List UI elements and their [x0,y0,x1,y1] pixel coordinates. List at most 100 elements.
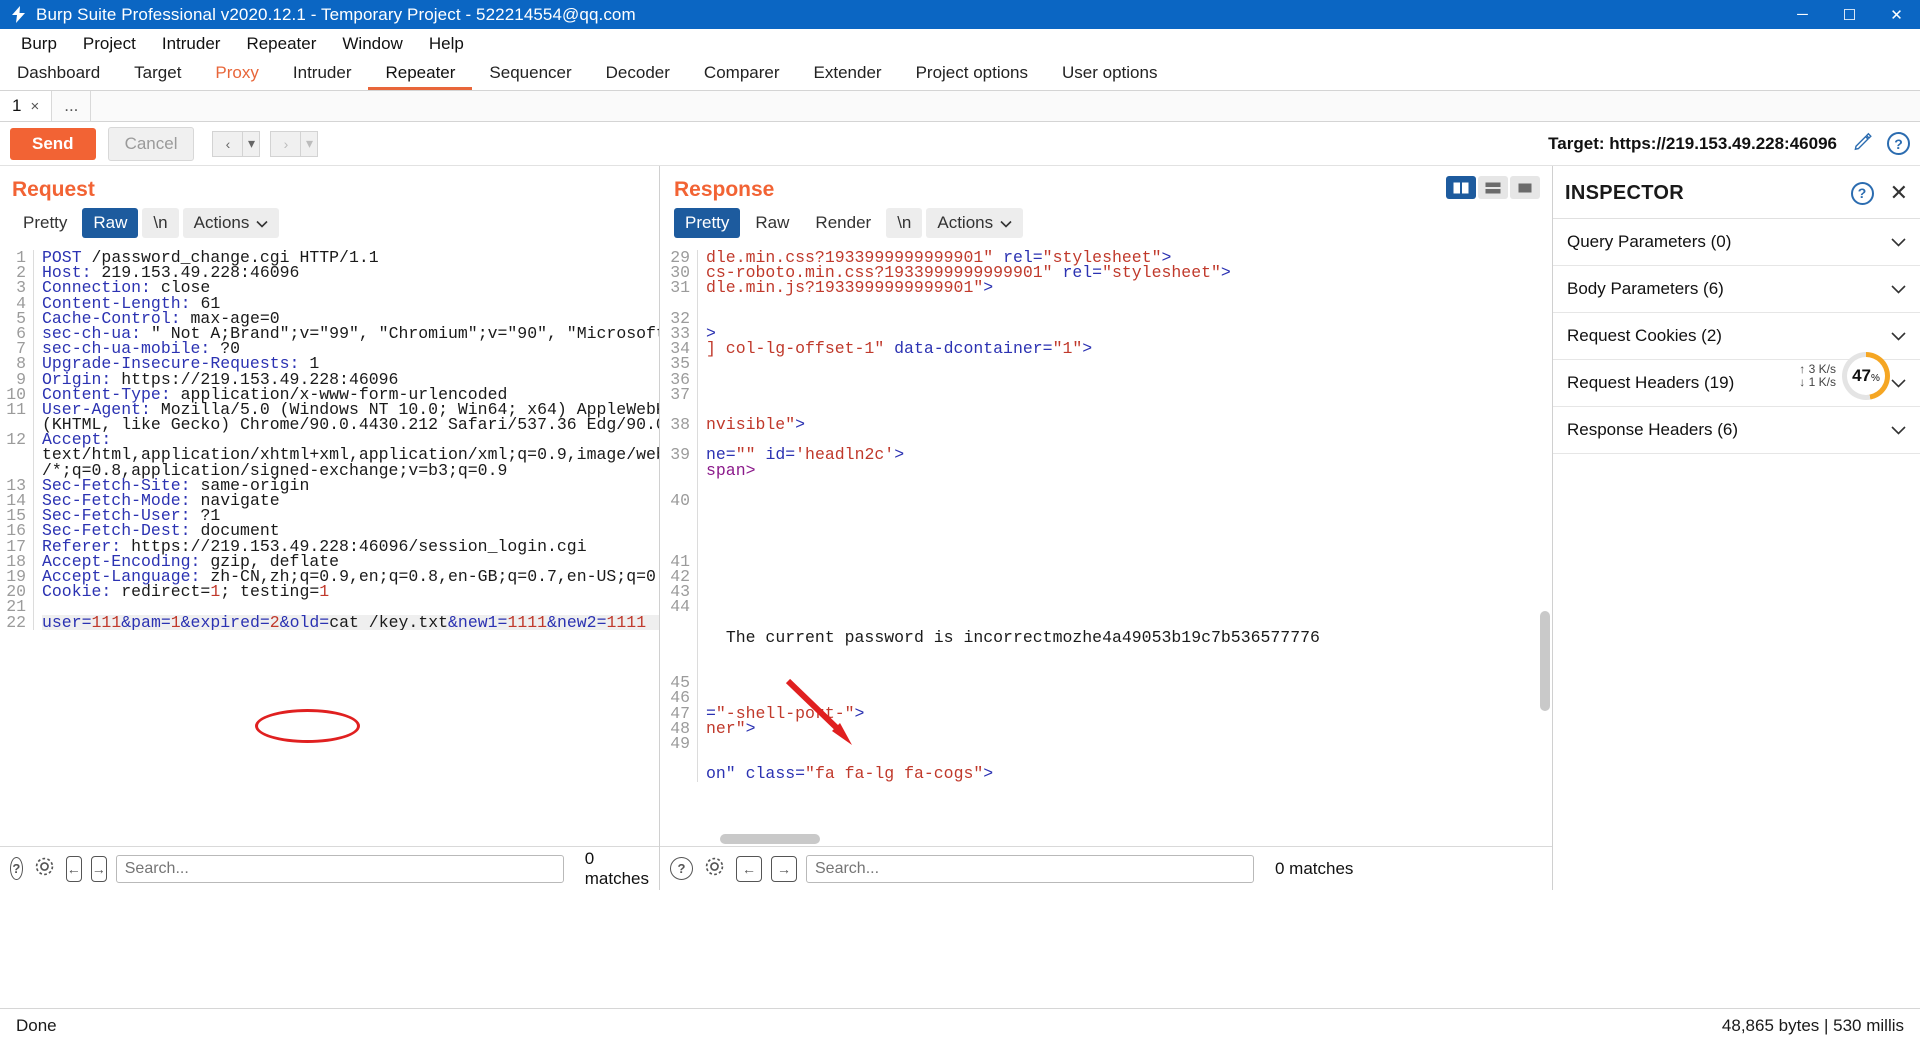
line-number [660,615,690,630]
response-pretty-button[interactable]: Pretty [674,208,741,238]
chevron-down-icon[interactable] [1891,328,1906,344]
history-back-group: ‹ ▾ [212,130,261,157]
line-number [660,766,690,781]
response-search-input[interactable] [806,854,1254,883]
maximize-button[interactable]: ☐ [1826,0,1873,29]
response-actions-label: Actions [937,213,994,232]
chevron-down-icon[interactable] [1891,234,1906,250]
menu-item-project[interactable]: Project [70,31,149,57]
cancel-button[interactable]: Cancel [107,126,195,161]
line-number [660,508,690,523]
response-raw-button[interactable]: Raw [744,208,800,238]
request-actions-button[interactable]: Actions [182,208,280,238]
inspector-help-icon[interactable]: ? [1850,181,1874,205]
line-number: 11 [6,399,26,419]
request-title: Request [12,178,95,201]
repeater-new-tab[interactable]: ... [52,91,92,121]
tab-extender[interactable]: Extender [797,58,899,90]
menu-item-repeater[interactable]: Repeater [233,31,329,57]
history-back-button[interactable]: ‹ [212,130,243,157]
inspector-title: INSPECTOR [1565,181,1685,204]
pencil-icon[interactable] [1853,131,1873,156]
minimize-button[interactable]: ─ [1779,0,1826,29]
history-forward-button[interactable]: › [270,130,301,157]
response-render-button[interactable]: Render [804,208,882,238]
history-back-caret-icon[interactable]: ▾ [242,130,261,157]
chevron-down-icon[interactable] [1891,281,1906,297]
inspector-section-4[interactable]: Response Headers (6) [1553,407,1920,454]
response-horizontal-scrollbar[interactable] [720,834,820,844]
inspector-section-1[interactable]: Body Parameters (6) [1553,266,1920,313]
request-settings-gear-icon[interactable] [32,854,57,884]
response-help-icon[interactable]: ? [670,857,693,880]
tab-repeater[interactable]: Repeater [368,58,473,90]
repeater-tab-label: 1 [12,96,22,115]
response-newline-button[interactable]: \n [886,208,923,238]
request-search-input[interactable] [115,854,564,883]
menu-item-window[interactable]: Window [329,31,415,57]
split-view-icon[interactable] [1446,176,1476,199]
chevron-down-icon[interactable] [1891,375,1906,391]
request-code[interactable]: POST /password_change.cgi HTTP/1.1 Host: … [34,250,659,630]
tab-sequencer[interactable]: Sequencer [472,58,588,90]
tab-user-options[interactable]: User options [1045,58,1174,90]
history-forward-caret-icon[interactable]: ▾ [300,130,319,157]
tab-comparer[interactable]: Comparer [687,58,797,90]
inspector-section-0[interactable]: Query Parameters (0) [1553,219,1920,266]
tab-project-options[interactable]: Project options [899,58,1045,90]
response-editor[interactable]: 29 30 31 32 33 34 35 36 37 38 39 40 41 42 43 44 45 46 47 48… [660,246,1552,846]
request-prev-match-icon[interactable]: ← [65,855,82,882]
response-vertical-scrollbar[interactable] [1540,611,1550,711]
request-toolbar: Pretty Raw \n Actions [0,208,659,246]
window-controls: ─ ☐ ✕ [1779,0,1920,29]
menu-item-burp[interactable]: Burp [8,31,70,57]
request-pretty-button[interactable]: Pretty [12,208,78,238]
request-help-icon[interactable]: ? [10,857,23,880]
repeater-tab-bar: 1 × ... [0,91,1920,122]
chevron-down-icon[interactable] [1891,422,1906,438]
single-view-icon[interactable] [1510,176,1540,199]
response-title: Response [674,178,775,201]
line-number [660,523,690,538]
inspector-header: INSPECTOR ? ✕ [1553,166,1920,219]
response-next-match-icon[interactable]: → [771,855,797,882]
memory-usage-gauge[interactable]: 47% [1842,352,1890,400]
stacked-view-icon[interactable] [1478,176,1508,199]
close-icon[interactable]: × [30,98,39,115]
help-icon[interactable]: ? [1887,132,1910,155]
response-prev-match-icon[interactable]: ← [736,855,762,882]
request-raw-button[interactable]: Raw [82,208,139,238]
tab-proxy[interactable]: Proxy [198,58,275,90]
response-settings-gear-icon[interactable] [702,854,727,884]
request-editor[interactable]: 1 2 3 4 5 6 7 8 9 10 11 12 13 14 15 16 17 18 19 20 21 22 POST… [0,246,659,846]
tab-intruder[interactable]: Intruder [276,58,369,90]
repeater-tab-1[interactable]: 1 × [0,91,53,121]
inspector-section-label: Query Parameters (0) [1567,232,1732,251]
close-button[interactable]: ✕ [1873,0,1920,29]
network-upload-unit: K/s [1818,362,1836,376]
menu-item-help[interactable]: Help [416,31,477,57]
send-button[interactable]: Send [10,127,96,160]
tab-target[interactable]: Target [117,58,198,90]
code-line: (KHTML, like Gecko) Chrome/90.0.4430.212… [42,415,659,435]
response-actions-button[interactable]: Actions [926,208,1024,238]
request-line-numbers: 1 2 3 4 5 6 7 8 9 10 11 12 13 14 15 16 17 18 19 20 21 22 [0,249,34,630]
response-code[interactable]: dle.min.css?1933999999999901" rel="style… [698,250,1552,782]
code-line: ] col-lg-offset-1" data-dcontainer="1"> [706,339,1093,359]
request-actions-label: Actions [193,213,250,232]
line-number: 39 [670,445,690,465]
network-download-unit: K/s [1818,375,1836,389]
tab-decoder[interactable]: Decoder [589,58,687,90]
menu-item-intruder[interactable]: Intruder [149,31,234,57]
inspector-close-icon[interactable]: ✕ [1890,180,1908,206]
line-number: 38 [670,415,690,435]
request-next-match-icon[interactable]: → [90,855,107,882]
request-newline-button[interactable]: \n [142,208,179,238]
tab-dashboard[interactable]: Dashboard [0,58,117,90]
